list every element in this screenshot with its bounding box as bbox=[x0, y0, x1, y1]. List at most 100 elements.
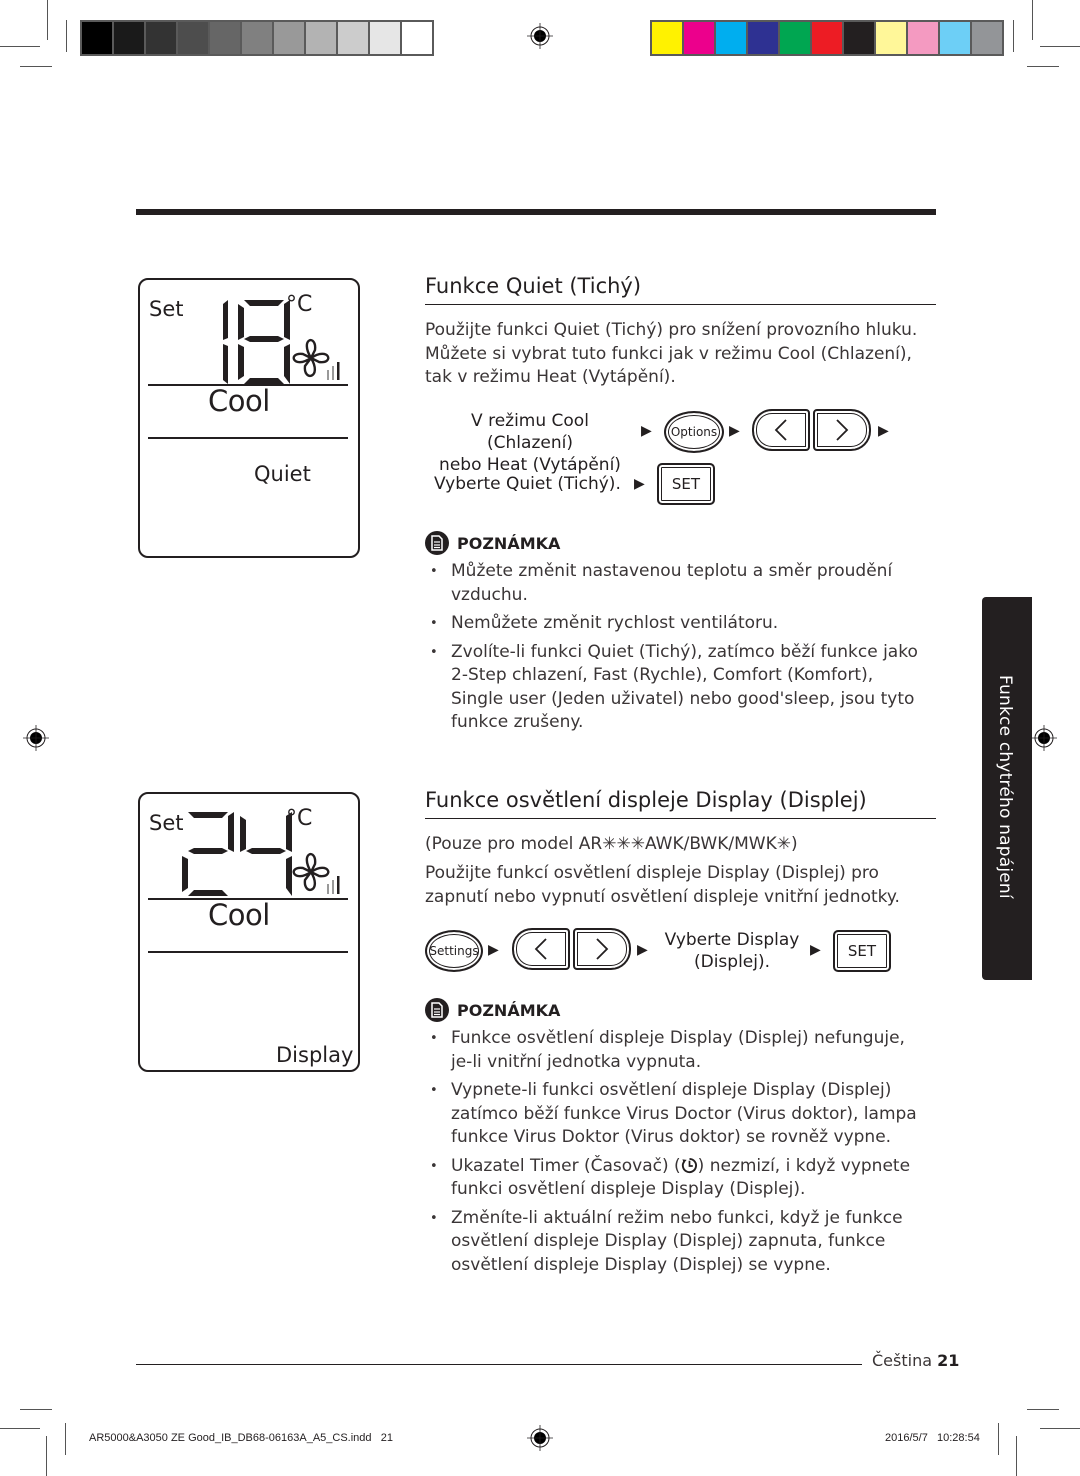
registration-mark-icon bbox=[527, 23, 553, 49]
crop-mark bbox=[20, 1409, 52, 1410]
lcd-divider bbox=[148, 951, 348, 953]
lcd-set-label: Set bbox=[149, 811, 184, 835]
print-slug-date: 2016/5/7 10:28:54 bbox=[885, 1432, 980, 1444]
left-arrow-button[interactable] bbox=[512, 928, 570, 970]
grayscale-swatch bbox=[178, 22, 208, 54]
lcd-function-label: Quiet bbox=[254, 462, 311, 486]
crop-mark bbox=[66, 20, 67, 52]
display-note-list: Funkce osvětlení displeje Display (Displ… bbox=[425, 1027, 925, 1282]
chevron-right-icon bbox=[836, 419, 849, 441]
step-arrow-icon: ▶ bbox=[641, 423, 652, 439]
grayscale-swatch bbox=[370, 22, 400, 54]
quiet-heading: Funkce Quiet (Tichý) bbox=[425, 274, 642, 298]
chapter-side-tab: Funkce chytrého napájení bbox=[982, 597, 1032, 980]
crop-mark bbox=[46, 1436, 47, 1476]
display-step-select: Vyberte Display (Displej). bbox=[660, 929, 804, 973]
display-model-note: (Pouze pro model AR✳✳✳AWK/BWK/MWK✳) bbox=[425, 834, 798, 854]
chevron-left-icon bbox=[534, 938, 547, 960]
options-button-label: Options bbox=[670, 425, 718, 439]
quiet-note-header: POZNÁMKA bbox=[425, 531, 560, 555]
step-arrow-icon: ▶ bbox=[810, 942, 821, 958]
display-step-select-line1: Vyberte Display bbox=[664, 930, 800, 950]
timer-icon bbox=[681, 1157, 697, 1173]
display-note-header: POZNÁMKA bbox=[425, 998, 560, 1022]
print-slug-filename: AR5000&A3050 ZE Good_IB_DB68-06163A_A5_C… bbox=[89, 1432, 393, 1444]
footer-page-label: Čeština 21 bbox=[872, 1351, 959, 1370]
set-button-label: SET bbox=[671, 475, 701, 493]
fan-speed-icon bbox=[292, 853, 340, 894]
lcd-function-label: Display bbox=[276, 1043, 354, 1067]
crop-mark bbox=[1013, 20, 1014, 52]
timer-note-text-a: Ukazatel Timer (Časovač) ( bbox=[451, 1155, 681, 1176]
crop-mark bbox=[1027, 66, 1059, 67]
color-swatch bbox=[716, 22, 746, 54]
right-arrow-button[interactable] bbox=[813, 409, 871, 451]
chevron-left-icon bbox=[774, 419, 787, 441]
step-arrow-icon: ▶ bbox=[729, 423, 740, 439]
step-arrow-icon: ▶ bbox=[637, 942, 648, 958]
grayscale-swatch bbox=[210, 22, 240, 54]
note-item: Vypnete-li funkci osvětlení displeje Dis… bbox=[425, 1079, 925, 1150]
quiet-note-list: Můžete změnit nastavenou teplotu a směr … bbox=[425, 560, 925, 740]
note-item: Změníte-li aktuální režim nebo funkci, k… bbox=[425, 1207, 925, 1278]
heading-rule bbox=[425, 818, 936, 819]
left-arrow-button[interactable] bbox=[752, 409, 810, 451]
note-icon bbox=[425, 531, 449, 555]
right-arrow-button[interactable] bbox=[573, 928, 631, 970]
color-swatch bbox=[748, 22, 778, 54]
quiet-step-select: Vyberte Quiet (Tichý). bbox=[434, 474, 621, 494]
heading-rule bbox=[425, 304, 936, 305]
grayscale-swatch bbox=[402, 22, 432, 54]
options-button[interactable]: Options bbox=[664, 411, 724, 453]
color-swatch bbox=[972, 22, 1002, 54]
registration-mark-icon bbox=[23, 725, 49, 751]
crop-mark bbox=[0, 46, 40, 47]
grayscale-color-bar bbox=[80, 20, 434, 56]
settings-button[interactable]: Settings bbox=[425, 930, 483, 972]
color-swatch bbox=[908, 22, 938, 54]
crop-mark bbox=[1016, 1436, 1017, 1476]
lcd-unit-label: °C bbox=[286, 806, 313, 831]
display-step-select-line2: (Displej). bbox=[693, 952, 771, 972]
set-button[interactable]: SET bbox=[833, 930, 891, 972]
note-icon bbox=[425, 998, 449, 1022]
section-top-bar bbox=[136, 209, 936, 215]
note-item: Zvolíte-li funkci Quiet (Tichý), zatímco… bbox=[425, 641, 925, 735]
step-arrow-icon: ▶ bbox=[488, 942, 499, 958]
settings-button-label: Settings bbox=[429, 944, 479, 958]
color-swatch bbox=[844, 22, 874, 54]
crop-mark bbox=[1040, 1428, 1080, 1429]
lcd-temperature-digits bbox=[223, 300, 290, 384]
note-item: Funkce osvětlení displeje Display (Displ… bbox=[425, 1027, 925, 1074]
lcd-mode-label: Cool bbox=[208, 384, 270, 418]
crop-mark bbox=[20, 66, 52, 67]
note-title: POZNÁMKA bbox=[457, 1000, 561, 1020]
set-button[interactable]: SET bbox=[657, 463, 715, 505]
registration-mark-icon bbox=[527, 1425, 553, 1451]
registration-mark-icon bbox=[1031, 725, 1057, 751]
footer-rule bbox=[136, 1364, 862, 1365]
lcd-mode-label: Cool bbox=[208, 898, 270, 932]
crop-mark bbox=[998, 1423, 999, 1455]
fan-speed-icon bbox=[292, 339, 340, 380]
step-arrow-icon: ▶ bbox=[634, 476, 645, 492]
display-lcd-display: Set °C Cool Display bbox=[138, 792, 360, 1072]
crop-mark bbox=[47, 0, 48, 40]
quiet-intro: Použijte funkci Quiet (Tichý) pro snížen… bbox=[425, 320, 918, 387]
crop-mark bbox=[1040, 46, 1080, 47]
footer-language: Čeština bbox=[872, 1351, 933, 1370]
grayscale-swatch bbox=[114, 22, 144, 54]
grayscale-swatch bbox=[306, 22, 336, 54]
grayscale-swatch bbox=[146, 22, 176, 54]
crop-mark bbox=[1032, 0, 1033, 40]
note-item-timer: Ukazatel Timer (Časovač) () nezmizí, i k… bbox=[425, 1155, 925, 1202]
crop-mark bbox=[0, 1428, 40, 1429]
cmyk-color-bar bbox=[650, 20, 1004, 56]
color-swatch bbox=[780, 22, 810, 54]
quiet-step-condition: V režimu Cool (Chlazení) nebo Heat (Vytá… bbox=[428, 410, 632, 476]
color-swatch bbox=[876, 22, 906, 54]
lcd-set-label: Set bbox=[149, 297, 184, 321]
chevron-right-icon bbox=[596, 938, 609, 960]
grayscale-swatch bbox=[338, 22, 368, 54]
lcd-divider bbox=[148, 437, 348, 439]
